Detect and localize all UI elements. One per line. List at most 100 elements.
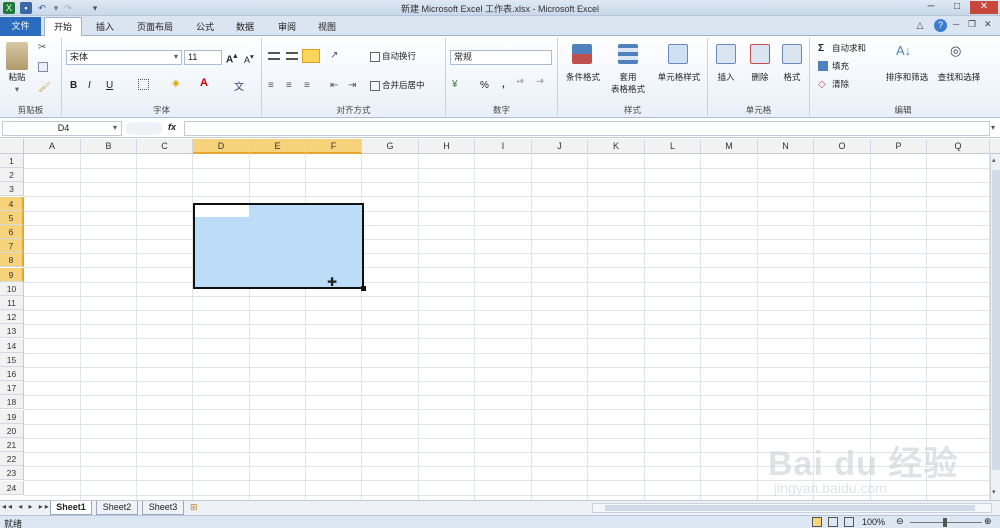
cell-styles-icon[interactable] — [668, 44, 688, 64]
horizontal-scroll-thumb[interactable] — [605, 505, 975, 511]
row-header-1[interactable]: 1 — [0, 154, 24, 168]
copy-icon[interactable] — [38, 62, 48, 72]
borders-icon[interactable] — [138, 79, 149, 90]
tab-formulas[interactable]: 公式 — [190, 19, 220, 36]
row-header-8[interactable]: 8 — [0, 253, 24, 268]
decrease-decimal-icon[interactable]: ⁻⁰ — [536, 78, 543, 87]
grow-font-icon[interactable]: A▴ — [226, 50, 237, 65]
sort-filter-button[interactable]: 排序和筛选 — [882, 72, 932, 83]
zoom-level[interactable]: 100% — [862, 517, 885, 527]
column-header-f[interactable]: F — [306, 139, 362, 154]
align-right-icon[interactable]: ≡ — [304, 80, 310, 91]
tab-review[interactable]: 审阅 — [272, 19, 302, 36]
tab-page-layout[interactable]: 页面布局 — [130, 19, 180, 36]
cut-icon[interactable]: ✂ — [38, 42, 46, 53]
increase-indent-icon[interactable]: ⇥ — [348, 80, 356, 91]
decrease-indent-icon[interactable]: ⇤ — [330, 80, 338, 91]
name-box-dropdown-icon[interactable]: ▾ — [113, 123, 117, 132]
vertical-scrollbar[interactable]: ▴ ▾ — [990, 154, 1000, 500]
column-header-b[interactable]: B — [81, 139, 137, 154]
paste-icon[interactable] — [6, 42, 28, 70]
scroll-down-icon[interactable]: ▾ — [992, 488, 1000, 496]
column-header-n[interactable]: N — [758, 139, 814, 154]
row-header-2[interactable]: 2 — [0, 168, 24, 183]
column-header-c[interactable]: C — [137, 139, 193, 154]
chevron-down-icon[interactable]: ▾ — [174, 52, 178, 61]
insert-cells-button[interactable]: 插入 — [710, 72, 742, 83]
help-icon[interactable]: △ — [914, 20, 926, 32]
increase-decimal-icon[interactable]: ⁺⁰ — [516, 78, 523, 87]
row-header-7[interactable]: 7 — [0, 239, 24, 254]
select-all-corner[interactable] — [0, 139, 24, 154]
scroll-up-icon[interactable]: ▴ — [992, 156, 1000, 164]
fill-button[interactable]: 填充 — [832, 61, 849, 72]
bold-button[interactable]: B — [70, 80, 77, 91]
phonetic-icon[interactable]: 文 — [234, 78, 244, 93]
cell-styles-button[interactable]: 单元格样式 — [652, 72, 706, 83]
row-header-14[interactable]: 14 — [0, 338, 24, 353]
align-center-icon[interactable]: ≡ — [286, 80, 292, 91]
sheet-tab-2[interactable]: Sheet2 — [96, 501, 138, 515]
find-select-button[interactable]: 查找和选择 — [934, 72, 984, 83]
row-header-20[interactable]: 20 — [0, 423, 24, 438]
delete-cells-icon[interactable] — [750, 44, 770, 64]
column-header-k[interactable]: K — [588, 139, 645, 154]
align-middle-icon[interactable] — [286, 52, 298, 60]
comma-button[interactable]: , — [502, 79, 505, 90]
percent-button[interactable]: % — [480, 80, 489, 91]
align-bottom-icon[interactable] — [302, 49, 320, 63]
row-header-22[interactable]: 22 — [0, 452, 24, 467]
merge-center-icon[interactable] — [370, 81, 380, 91]
autosum-button[interactable]: 自动求和 — [832, 43, 866, 54]
format-cells-icon[interactable] — [782, 44, 802, 64]
column-header-l[interactable]: L — [645, 139, 701, 154]
maximize-button[interactable]: □ — [944, 1, 970, 14]
binoculars-icon[interactable]: ◎ — [950, 43, 961, 59]
column-header-h[interactable]: H — [419, 139, 475, 154]
shrink-font-icon[interactable]: A▾ — [244, 52, 254, 65]
tab-data[interactable]: 数据 — [230, 19, 260, 36]
format-table-label-2[interactable]: 表格格式 — [602, 84, 654, 95]
sheet-nav-icon[interactable]: ◂◂ ◂ ▸ ▸▸ — [2, 502, 51, 511]
page-break-view-icon[interactable] — [844, 517, 854, 527]
row-header-23[interactable]: 23 — [0, 466, 24, 481]
row-header-11[interactable]: 11 — [0, 296, 24, 310]
autosum-icon[interactable]: Σ — [818, 43, 824, 54]
row-header-21[interactable]: 21 — [0, 438, 24, 452]
row-header-6[interactable]: 6 — [0, 225, 24, 239]
format-as-table-icon[interactable] — [618, 44, 638, 64]
workbook-restore-icon[interactable]: ❐ — [968, 19, 980, 30]
column-header-i[interactable]: I — [475, 139, 532, 154]
delete-cells-button[interactable]: 删除 — [744, 72, 776, 83]
column-header-o[interactable]: O — [814, 139, 871, 154]
row-header-18[interactable]: 18 — [0, 395, 24, 410]
column-header-p[interactable]: P — [871, 139, 927, 154]
font-size-select[interactable]: 11 — [184, 50, 222, 65]
orientation-icon[interactable]: ↗ — [330, 50, 338, 61]
currency-icon[interactable]: ¥ — [452, 79, 458, 90]
row-header-4[interactable]: 4 — [0, 196, 24, 211]
merge-center-button[interactable]: 合并后居中 — [382, 80, 425, 91]
row-header-15[interactable]: 15 — [0, 352, 24, 367]
insert-sheet-icon[interactable]: ⊞ — [190, 502, 198, 513]
conditional-format-button[interactable]: 条件格式 — [560, 72, 606, 83]
format-table-label-1[interactable]: 套用 — [606, 72, 650, 83]
sheet-tab-3[interactable]: Sheet3 — [142, 501, 184, 515]
align-top-icon[interactable] — [268, 52, 280, 60]
format-cells-button[interactable]: 格式 — [776, 72, 808, 83]
insert-cells-icon[interactable] — [716, 44, 736, 64]
number-format-select[interactable]: 常规 — [450, 50, 552, 65]
insert-function-icon[interactable]: fx — [168, 122, 176, 132]
column-header-m[interactable]: M — [701, 139, 758, 154]
tab-home[interactable]: 开始 — [44, 17, 82, 37]
italic-button[interactable]: I — [88, 80, 91, 91]
clear-button[interactable]: 清除 — [832, 79, 849, 90]
column-header-d[interactable]: D — [193, 139, 250, 154]
column-header-j[interactable]: J — [532, 139, 588, 154]
normal-view-icon[interactable] — [812, 517, 822, 527]
horizontal-scrollbar[interactable] — [592, 503, 992, 513]
format-painter-icon[interactable]: 🖌 — [38, 82, 51, 93]
wrap-text-icon[interactable] — [370, 52, 380, 62]
row-header-9[interactable]: 9 — [0, 267, 24, 282]
row-header-12[interactable]: 12 — [0, 310, 24, 325]
